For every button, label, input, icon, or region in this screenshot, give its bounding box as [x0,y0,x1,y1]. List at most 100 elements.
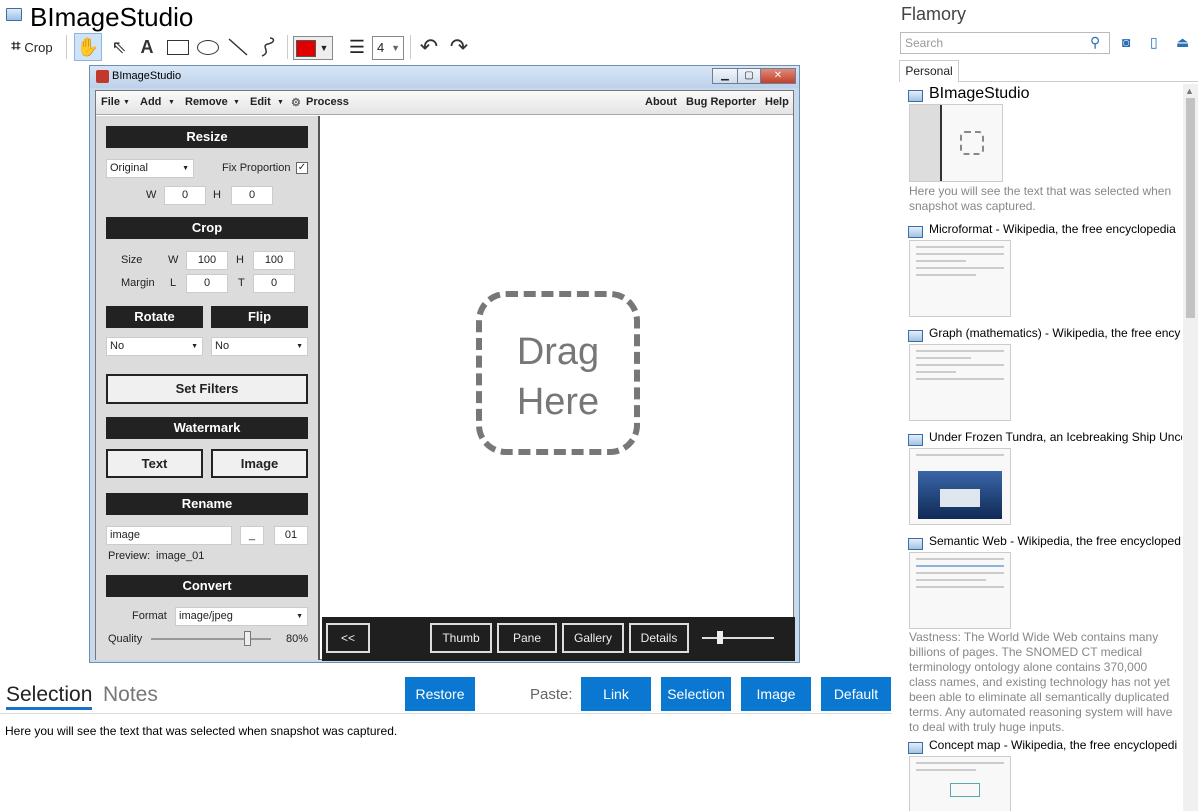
line-width-select[interactable]: 4 ▼ [372,36,404,60]
list-item[interactable]: Graph (mathematics) - Wikipedia, the fre… [908,326,1182,426]
details-view-button[interactable]: Details [629,623,689,653]
format-select[interactable]: image/jpeg ▼ [175,607,308,626]
maximize-button[interactable]: ▢ [737,68,761,84]
entry-thumbnail [909,756,1011,811]
menu-help[interactable]: Help [765,96,789,108]
paste-link-button[interactable]: Link [581,677,651,711]
zoom-slider[interactable] [702,631,774,644]
drop-zone[interactable]: Drag Here [476,291,640,455]
search-input[interactable]: Search [900,32,1110,54]
quality-slider-thumb[interactable] [244,631,251,646]
list-item[interactable]: Semantic Web - Wikipedia, the free encyc… [908,534,1182,740]
crop-height-input[interactable]: 100 [253,251,295,270]
snapshot-window: BImageStudio ▁ ▢ ✕ File ▼ Add ▼ Remove ▼… [89,65,800,663]
scroll-up-icon[interactable]: ▲ [1185,86,1194,96]
menu-bug-reporter[interactable]: Bug Reporter [686,96,756,108]
freehand-icon [261,37,275,57]
zoom-slider-thumb[interactable] [717,631,723,644]
toolbar: ⌗ Crop ✋ ⇖ A ▼ ☰ 4 ▼ ↶ ↷ [0,33,500,61]
quality-slider[interactable] [151,631,271,646]
flip-select[interactable]: No ▼ [211,337,308,356]
snapshot-list: BImageStudio Here you will see the text … [900,84,1182,811]
gear-icon: ⚙ [291,97,301,109]
line-style-button[interactable]: ☰ [344,33,370,61]
line-tool-button[interactable] [224,33,252,61]
rotate-header: Rotate [106,306,203,328]
paste-default-button[interactable]: Default [821,677,891,711]
sidebar-title: Flamory [901,4,967,24]
menu-process[interactable]: Process [306,96,349,108]
entry-thumbnail [909,344,1011,421]
gallery-view-button[interactable]: Gallery [562,623,624,653]
flip-header: Flip [211,306,308,328]
search-icon[interactable]: ⚲ [1090,34,1100,51]
rectangle-tool-button[interactable] [164,33,192,61]
menu-add[interactable]: Add [140,96,161,108]
pointer-tool-button[interactable]: ⇖ [106,33,132,61]
entry-thumbnail [909,240,1011,317]
chevron-down-icon: ▼ [296,613,303,620]
camera-icon[interactable]: ◙ [1122,34,1130,50]
menu-edit[interactable]: Edit [250,96,271,108]
watermark-text-button[interactable]: Text [106,449,203,478]
pane-view-button[interactable]: Pane [497,623,557,653]
entry-title: Graph (mathematics) - Wikipedia, the fre… [929,326,1181,340]
list-item[interactable]: Concept map - Wikipedia, the free encycl… [908,738,1182,811]
collapse-icon[interactable]: ⏏ [1176,34,1189,51]
list-item[interactable]: Under Frozen Tundra, an Icebreaking Ship… [908,430,1182,530]
close-button[interactable]: ✕ [760,68,796,84]
separator [287,35,288,59]
entry-title: Under Frozen Tundra, an Icebreaking Ship… [929,430,1182,444]
thumb-view-button[interactable]: Thumb [430,623,492,653]
preview-value: image_01 [156,550,205,562]
menu-remove[interactable]: Remove [185,96,228,108]
entry-title: BImageStudio [929,85,1030,102]
tab-selection[interactable]: Selection [6,683,93,710]
color-picker[interactable]: ▼ [293,36,333,60]
list-item[interactable]: Microformat - Wikipedia, the free encycl… [908,222,1182,322]
watermark-header: Watermark [106,417,308,439]
fix-proportion-checkbox[interactable]: ✓ [296,162,308,174]
chevron-down-icon: ▼ [391,43,400,53]
resize-mode-select[interactable]: Original ▼ [106,159,194,178]
rotate-select[interactable]: No ▼ [106,337,203,356]
crop-width-input[interactable]: 100 [186,251,228,270]
text-icon: A [140,36,154,57]
set-filters-button[interactable]: Set Filters [106,374,308,404]
collapse-button[interactable]: << [326,623,370,653]
paste-image-button[interactable]: Image [741,677,811,711]
entry-description: Vastness: The World Wide Web contains ma… [909,630,1173,734]
redo-button[interactable]: ↷ [446,33,472,61]
rename-counter-input[interactable]: 01 [274,526,308,545]
watermark-image-button[interactable]: Image [211,449,308,478]
scrollbar-thumb[interactable] [1186,98,1195,318]
freehand-tool-button[interactable] [254,33,282,61]
menu-file[interactable]: File [101,96,120,108]
crop-left-input[interactable]: 0 [186,274,228,293]
tab-notes[interactable]: Notes [103,683,158,707]
image-canvas[interactable]: Drag Here [326,121,793,619]
hand-tool-button[interactable]: ✋ [74,33,102,61]
rename-separator-input[interactable]: _ [240,526,264,545]
minimize-button[interactable]: ▁ [712,68,738,84]
crop-button[interactable]: ⌗ Crop [6,33,58,61]
resize-height-input[interactable]: 0 [231,186,273,205]
ellipse-tool-button[interactable] [194,33,222,61]
restore-button[interactable]: Restore [405,677,475,711]
entry-description: Here you will see the text that was sele… [909,184,1172,213]
text-tool-button[interactable]: A [134,33,160,61]
l-label: L [170,277,177,289]
hand-icon: ✋ [76,36,100,57]
preview-label: Preview: [108,550,151,562]
document-icon[interactable]: ▯ [1150,34,1158,51]
format-label: Format [132,610,167,622]
sidebar-scrollbar[interactable]: ▲ [1183,84,1198,811]
menu-about[interactable]: About [645,96,677,108]
rename-name-input[interactable]: image [106,526,232,545]
crop-top-input[interactable]: 0 [253,274,295,293]
paste-selection-button[interactable]: Selection [661,677,731,711]
list-item[interactable]: BImageStudio Here you will see the text … [908,85,1182,216]
tab-personal[interactable]: Personal [899,60,959,82]
resize-width-input[interactable]: 0 [164,186,206,205]
undo-button[interactable]: ↶ [416,33,442,61]
